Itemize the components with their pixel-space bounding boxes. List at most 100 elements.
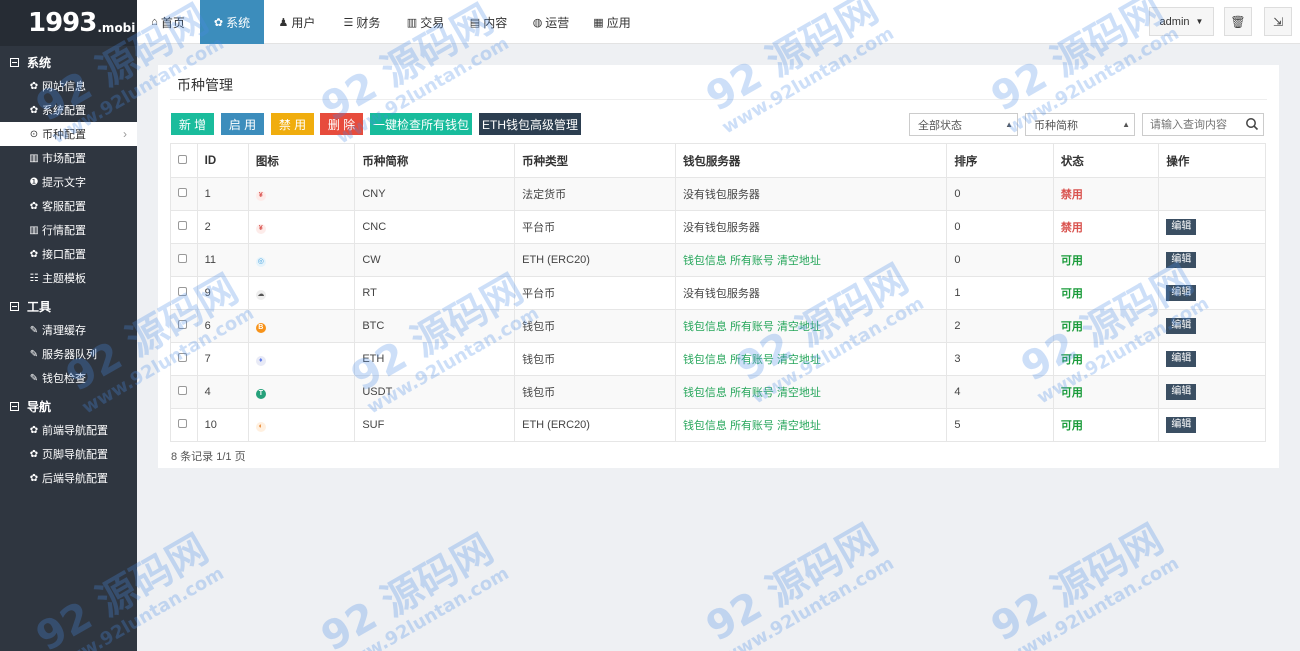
cell-wallet-server: 钱包信息 所有账号 清空地址: [674, 408, 948, 442]
wallet-link[interactable]: 所有账号: [730, 321, 774, 333]
row-select-cell[interactable]: [170, 309, 198, 343]
edit-button[interactable]: 编辑: [1166, 318, 1197, 334]
table-row: 1 ¥ CNY 法定货币 没有钱包服务器 0 禁用: [170, 177, 1266, 211]
check-all-wallets-button[interactable]: 一键检查所有钱包: [370, 113, 472, 135]
wallet-link[interactable]: 清空地址: [777, 255, 821, 267]
wallet-link[interactable]: 所有账号: [730, 255, 774, 267]
cell-type: ETH (ERC20): [514, 243, 676, 277]
sidebar-item[interactable]: ✿ 页脚导航配置: [0, 442, 137, 466]
sidebar-item[interactable]: ✎ 清理缓存: [0, 318, 137, 342]
sidebar-menu: 系统 ✿ 网站信息 ✿ 系统配置 ⊙ 币种配置 › ▥ 市场配置 ❶ 提示文字 ✿ 客服配置 ▥ 行情配置 ✿ 接…: [0, 50, 137, 490]
nav-tab[interactable]: ✿ 系统: [200, 0, 264, 44]
cell-type: 钱包币: [514, 309, 676, 343]
sidebar-item[interactable]: ▥ 市场配置: [0, 146, 137, 170]
wallet-link[interactable]: 所有账号: [730, 387, 774, 399]
row-select-cell[interactable]: [170, 276, 198, 310]
wallet-link[interactable]: 清空地址: [777, 354, 821, 366]
nav-tab[interactable]: ⌂ 首页: [137, 0, 199, 44]
sidebar-item[interactable]: ☷ 主题模板: [0, 266, 137, 290]
logout-button[interactable]: ⇲: [1264, 7, 1292, 36]
status-filter-select[interactable]: 全部状态 ▲: [909, 113, 1018, 136]
delete-button[interactable]: 删 除: [320, 113, 363, 135]
row-select-cell[interactable]: [170, 408, 198, 442]
sidebar-item[interactable]: ✿ 客服配置: [0, 194, 137, 218]
row-checkbox[interactable]: [178, 287, 187, 296]
row-checkbox[interactable]: [178, 254, 187, 263]
cell-type: 平台币: [514, 276, 676, 310]
edit-button[interactable]: 编辑: [1166, 384, 1197, 400]
wallet-link[interactable]: 清空地址: [777, 420, 821, 432]
wallet-link[interactable]: 钱包信息: [683, 321, 727, 333]
nav-tab[interactable]: ▤ 内容: [457, 0, 520, 44]
gear-icon: ✿: [29, 80, 39, 92]
row-checkbox[interactable]: [178, 386, 187, 395]
edit-button[interactable]: 编辑: [1166, 351, 1197, 367]
wallet-link[interactable]: 所有账号: [730, 420, 774, 432]
nav-tab[interactable]: ☰ 财务: [330, 0, 394, 44]
column-header: 操作: [1158, 143, 1266, 178]
coin-icon: ¥: [255, 190, 266, 201]
wallet-link[interactable]: 钱包信息: [683, 387, 727, 399]
sidebar-item[interactable]: ✿ 网站信息: [0, 74, 137, 98]
sidebar-item[interactable]: ✿ 系统配置: [0, 98, 137, 122]
select-all-checkbox[interactable]: [178, 154, 187, 164]
wallet-link[interactable]: 钱包信息: [683, 420, 727, 432]
wallet-link[interactable]: 清空地址: [777, 387, 821, 399]
enable-button[interactable]: 启 用: [221, 113, 264, 135]
logout-icon: ⇲: [1272, 14, 1284, 29]
sidebar-item[interactable]: ✎ 服务器队列: [0, 342, 137, 366]
caret-down-icon: ▼: [1195, 17, 1204, 26]
sidebar-item[interactable]: ✿ 接口配置: [0, 242, 137, 266]
wallet-link[interactable]: 所有账号: [730, 354, 774, 366]
edit-button[interactable]: 编辑: [1166, 417, 1197, 433]
add-button[interactable]: 新 增: [171, 113, 214, 135]
row-checkbox[interactable]: [178, 419, 187, 428]
wallet-link[interactable]: 钱包信息: [683, 354, 727, 366]
collapse-icon: [10, 57, 19, 67]
wallet-link[interactable]: 钱包信息: [683, 255, 727, 267]
select-all-cell[interactable]: [170, 143, 198, 178]
wallet-link[interactable]: 清空地址: [777, 321, 821, 333]
field-filter-select[interactable]: 币种简称 ▲: [1025, 113, 1135, 136]
row-select-cell[interactable]: [170, 177, 198, 211]
disable-button[interactable]: 禁 用: [271, 113, 314, 135]
sidebar-group[interactable]: 工具: [0, 294, 137, 318]
row-select-cell[interactable]: [170, 342, 198, 376]
sidebar-item[interactable]: ✿ 前端导航配置: [0, 418, 137, 442]
logo[interactable]: 1993 .mobi: [0, 0, 137, 46]
sidebar-item[interactable]: ✎ 钱包检查: [0, 366, 137, 390]
sidebar-item-label: 市场配置: [42, 153, 86, 165]
row-select-cell[interactable]: [170, 375, 198, 409]
edit-button[interactable]: 编辑: [1166, 285, 1197, 301]
row-checkbox[interactable]: [178, 221, 187, 230]
cell-id: 7: [196, 342, 249, 376]
nav-tab[interactable]: ▦ 应用: [582, 0, 642, 44]
edit-button[interactable]: 编辑: [1166, 252, 1197, 268]
clear-cache-button[interactable]: 🗑: [1224, 7, 1252, 36]
admin-dropdown[interactable]: admin ▼: [1149, 7, 1214, 36]
sidebar-group[interactable]: 系统: [0, 50, 137, 74]
sidebar-item[interactable]: ⊙ 币种配置 ›: [0, 122, 137, 146]
coin-icon: ☁: [255, 289, 266, 300]
row-select-cell[interactable]: [170, 210, 198, 244]
row-checkbox[interactable]: [178, 353, 187, 362]
globe-icon: ◍: [532, 16, 543, 29]
cell-status: 禁用: [1052, 210, 1160, 244]
nav-tab[interactable]: ◍ 运营: [520, 0, 582, 44]
status-badge: 可用: [1060, 255, 1083, 267]
cell-code: BTC: [354, 309, 516, 343]
row-select-cell[interactable]: [170, 243, 198, 277]
sidebar-item[interactable]: ❶ 提示文字: [0, 170, 137, 194]
eth-wallet-manage-button[interactable]: ETH钱包高级管理: [479, 113, 581, 135]
nav-tab[interactable]: ▥ 交易: [394, 0, 457, 44]
cell-sort: 2: [946, 309, 1054, 343]
nav-tab[interactable]: ♟ 用户: [264, 0, 330, 44]
edit-button[interactable]: 编辑: [1166, 219, 1197, 235]
search-icon[interactable]: [1245, 117, 1259, 131]
row-checkbox[interactable]: [178, 320, 187, 329]
sidebar-item[interactable]: ▥ 行情配置: [0, 218, 137, 242]
sidebar-item[interactable]: ✿ 后端导航配置: [0, 466, 137, 490]
row-checkbox[interactable]: [178, 188, 187, 197]
sidebar-group[interactable]: 导航: [0, 394, 137, 418]
sidebar-item-label: 币种配置: [42, 129, 86, 141]
